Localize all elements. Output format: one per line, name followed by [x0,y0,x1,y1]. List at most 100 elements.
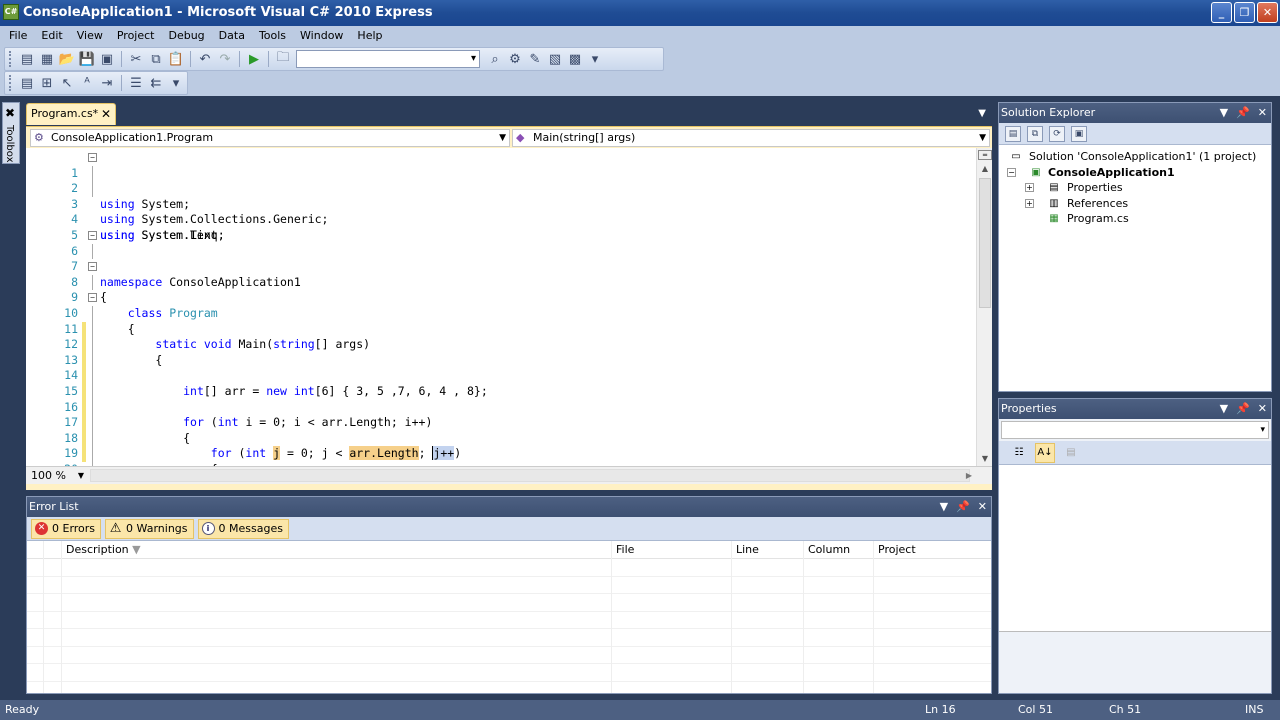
solution-config-combo[interactable] [296,50,480,68]
close-button[interactable]: ✕ [1257,2,1278,23]
column-header-description[interactable]: Description ▼ [61,541,645,559]
tree-item-references[interactable]: + ▥ References [999,196,1271,212]
menu-help[interactable]: Help [350,27,389,45]
window-position-icon[interactable]: ▼ [1220,399,1228,419]
view-class-diagram-icon[interactable]: ▣ [1071,125,1087,142]
code-line: 20 } [26,446,976,466]
open-file-icon[interactable]: 📂 [58,50,76,68]
cut-icon[interactable]: ✂ [127,50,145,68]
close-panel-icon[interactable]: ✕ [1258,103,1267,123]
auto-hide-pin-icon[interactable]: 📌 [1236,103,1250,123]
toolbar-options-icon[interactable]: ▾ [167,74,185,92]
expand-icon[interactable]: + [1025,198,1034,208]
column-header-category[interactable] [43,541,61,559]
menu-window[interactable]: Window [293,27,350,45]
toolbar-options-icon[interactable]: ▾ [586,50,604,68]
code-text-area[interactable]: 1 − using System; 2 using System.Collect… [26,148,992,466]
menu-project[interactable]: Project [110,27,162,45]
menu-file[interactable]: File [2,27,34,45]
column-header-line[interactable]: Line [731,541,803,559]
tab-program-cs[interactable]: Program.cs* ✕ [26,103,116,125]
properties-icon[interactable]: ▤ [1005,125,1021,142]
object-selector-dropdown[interactable] [1001,421,1269,439]
split-handle-icon[interactable]: ═ [978,150,992,160]
references-folder-icon: ▥ [1049,197,1059,209]
column-header-file[interactable]: File [611,541,731,559]
categorized-icon[interactable]: ☷ [1009,443,1029,463]
toolbox-tab[interactable]: ✖ Toolbox [2,102,20,164]
outline-line [92,446,93,462]
window-position-icon[interactable]: ▼ [1220,103,1228,123]
menu-tools[interactable]: Tools [252,27,293,45]
comment-icon[interactable]: ☰ [127,74,145,92]
close-panel-icon[interactable]: ✕ [1258,399,1267,419]
auto-hide-pin-icon[interactable]: 📌 [956,497,970,517]
close-panel-icon[interactable]: ✕ [978,497,987,517]
menu-view[interactable]: View [70,27,110,45]
zoom-dropdown[interactable]: 100 % ▼ [28,468,86,483]
collapse-icon[interactable]: − [88,262,97,272]
tree-item-properties[interactable]: + ▤ Properties [999,180,1271,196]
save-icon[interactable]: 💾 [78,50,96,68]
scroll-down-icon[interactable]: ▼ [977,452,992,466]
find-in-files-icon[interactable]: 🗀 [274,50,292,68]
active-files-dropdown-icon[interactable]: ▼ [978,108,986,119]
members-dropdown[interactable]: ◆ Main(string[] args) ▼ [512,129,990,147]
property-pages-icon[interactable]: ▤ [1061,443,1081,463]
panel-title: Error List [29,500,79,513]
auto-hide-pin-icon[interactable]: 📌 [1236,399,1250,419]
object-browser-icon[interactable]: ▧ [546,50,564,68]
redo-icon[interactable]: ↷ [216,50,234,68]
warnings-filter-button[interactable]: ⚠ 0 Warnings [105,518,194,539]
properties-window-icon[interactable]: ✎ [526,50,544,68]
window-position-icon[interactable]: ▼ [940,497,948,517]
collapse-icon[interactable]: − [88,153,97,162]
copy-icon[interactable]: ⧉ [147,50,165,68]
alphabetical-icon[interactable]: A↓ [1035,442,1055,463]
scroll-up-icon[interactable]: ▲ [977,162,992,176]
indent-icon[interactable]: ⇥ [98,74,116,92]
tree-item-solution[interactable]: ▭ Solution 'ConsoleApplication1' (1 proj… [999,149,1271,165]
expand-icon[interactable]: + [1025,183,1034,193]
tree-item-project[interactable]: − ▣ ConsoleApplication1 [999,165,1271,181]
collapse-icon[interactable]: − [1007,167,1016,177]
new-project-icon[interactable]: ▤ [18,50,36,68]
complete-word-icon[interactable]: ᴬ [78,74,96,92]
paste-icon[interactable]: 📋 [167,50,185,68]
restore-button[interactable]: ❐ [1234,2,1255,23]
solution-explorer-icon[interactable]: ⚙ [506,50,524,68]
menu-edit[interactable]: Edit [34,27,69,45]
minimize-button[interactable]: _ [1211,2,1232,23]
collapse-icon[interactable]: − [88,230,97,240]
types-dropdown[interactable]: ⚙ ConsoleApplication1.Program ▼ [30,129,510,147]
object-member-list-icon[interactable]: ▤ [18,74,36,92]
scroll-right-icon[interactable]: ▶ [966,467,972,485]
menu-data[interactable]: Data [212,27,252,45]
toolbox-icon[interactable]: ▩ [566,50,584,68]
vertical-scrollbar[interactable]: ═ ▲ ▼ [976,148,992,466]
errors-filter-button[interactable]: ✕ 0 Errors [31,518,102,539]
scroll-thumb[interactable] [979,178,991,308]
tree-item-program-cs[interactable]: ▦ Program.cs [999,211,1271,227]
toolbar-grip[interactable] [9,75,13,91]
grid-line [803,541,804,693]
undo-icon[interactable]: ↶ [196,50,214,68]
column-header-column[interactable]: Column [803,541,873,559]
show-all-files-icon[interactable]: ⧉ [1027,125,1043,142]
quick-info-icon[interactable]: ↖ [58,74,76,92]
find-icon[interactable]: ⌕ [486,50,504,68]
messages-filter-button[interactable]: i 0 Messages [197,518,289,539]
menu-debug[interactable]: Debug [161,27,211,45]
add-item-icon[interactable]: ▦ [38,50,56,68]
refresh-icon[interactable]: ⟳ [1049,125,1065,142]
uncomment-icon[interactable]: ⇇ [147,74,165,92]
toolbox-icon: ✖ [5,106,16,120]
collapse-icon[interactable]: − [88,293,97,303]
toolbar-grip[interactable] [9,51,13,67]
start-debugging-icon[interactable]: ▶ [245,50,263,68]
column-header-project[interactable]: Project [873,541,991,559]
save-all-icon[interactable]: ▣ [98,50,116,68]
parameter-info-icon[interactable]: ⊞ [38,74,56,92]
horizontal-scroll-thumb[interactable] [90,469,970,482]
close-tab-icon[interactable]: ✕ [101,104,111,124]
